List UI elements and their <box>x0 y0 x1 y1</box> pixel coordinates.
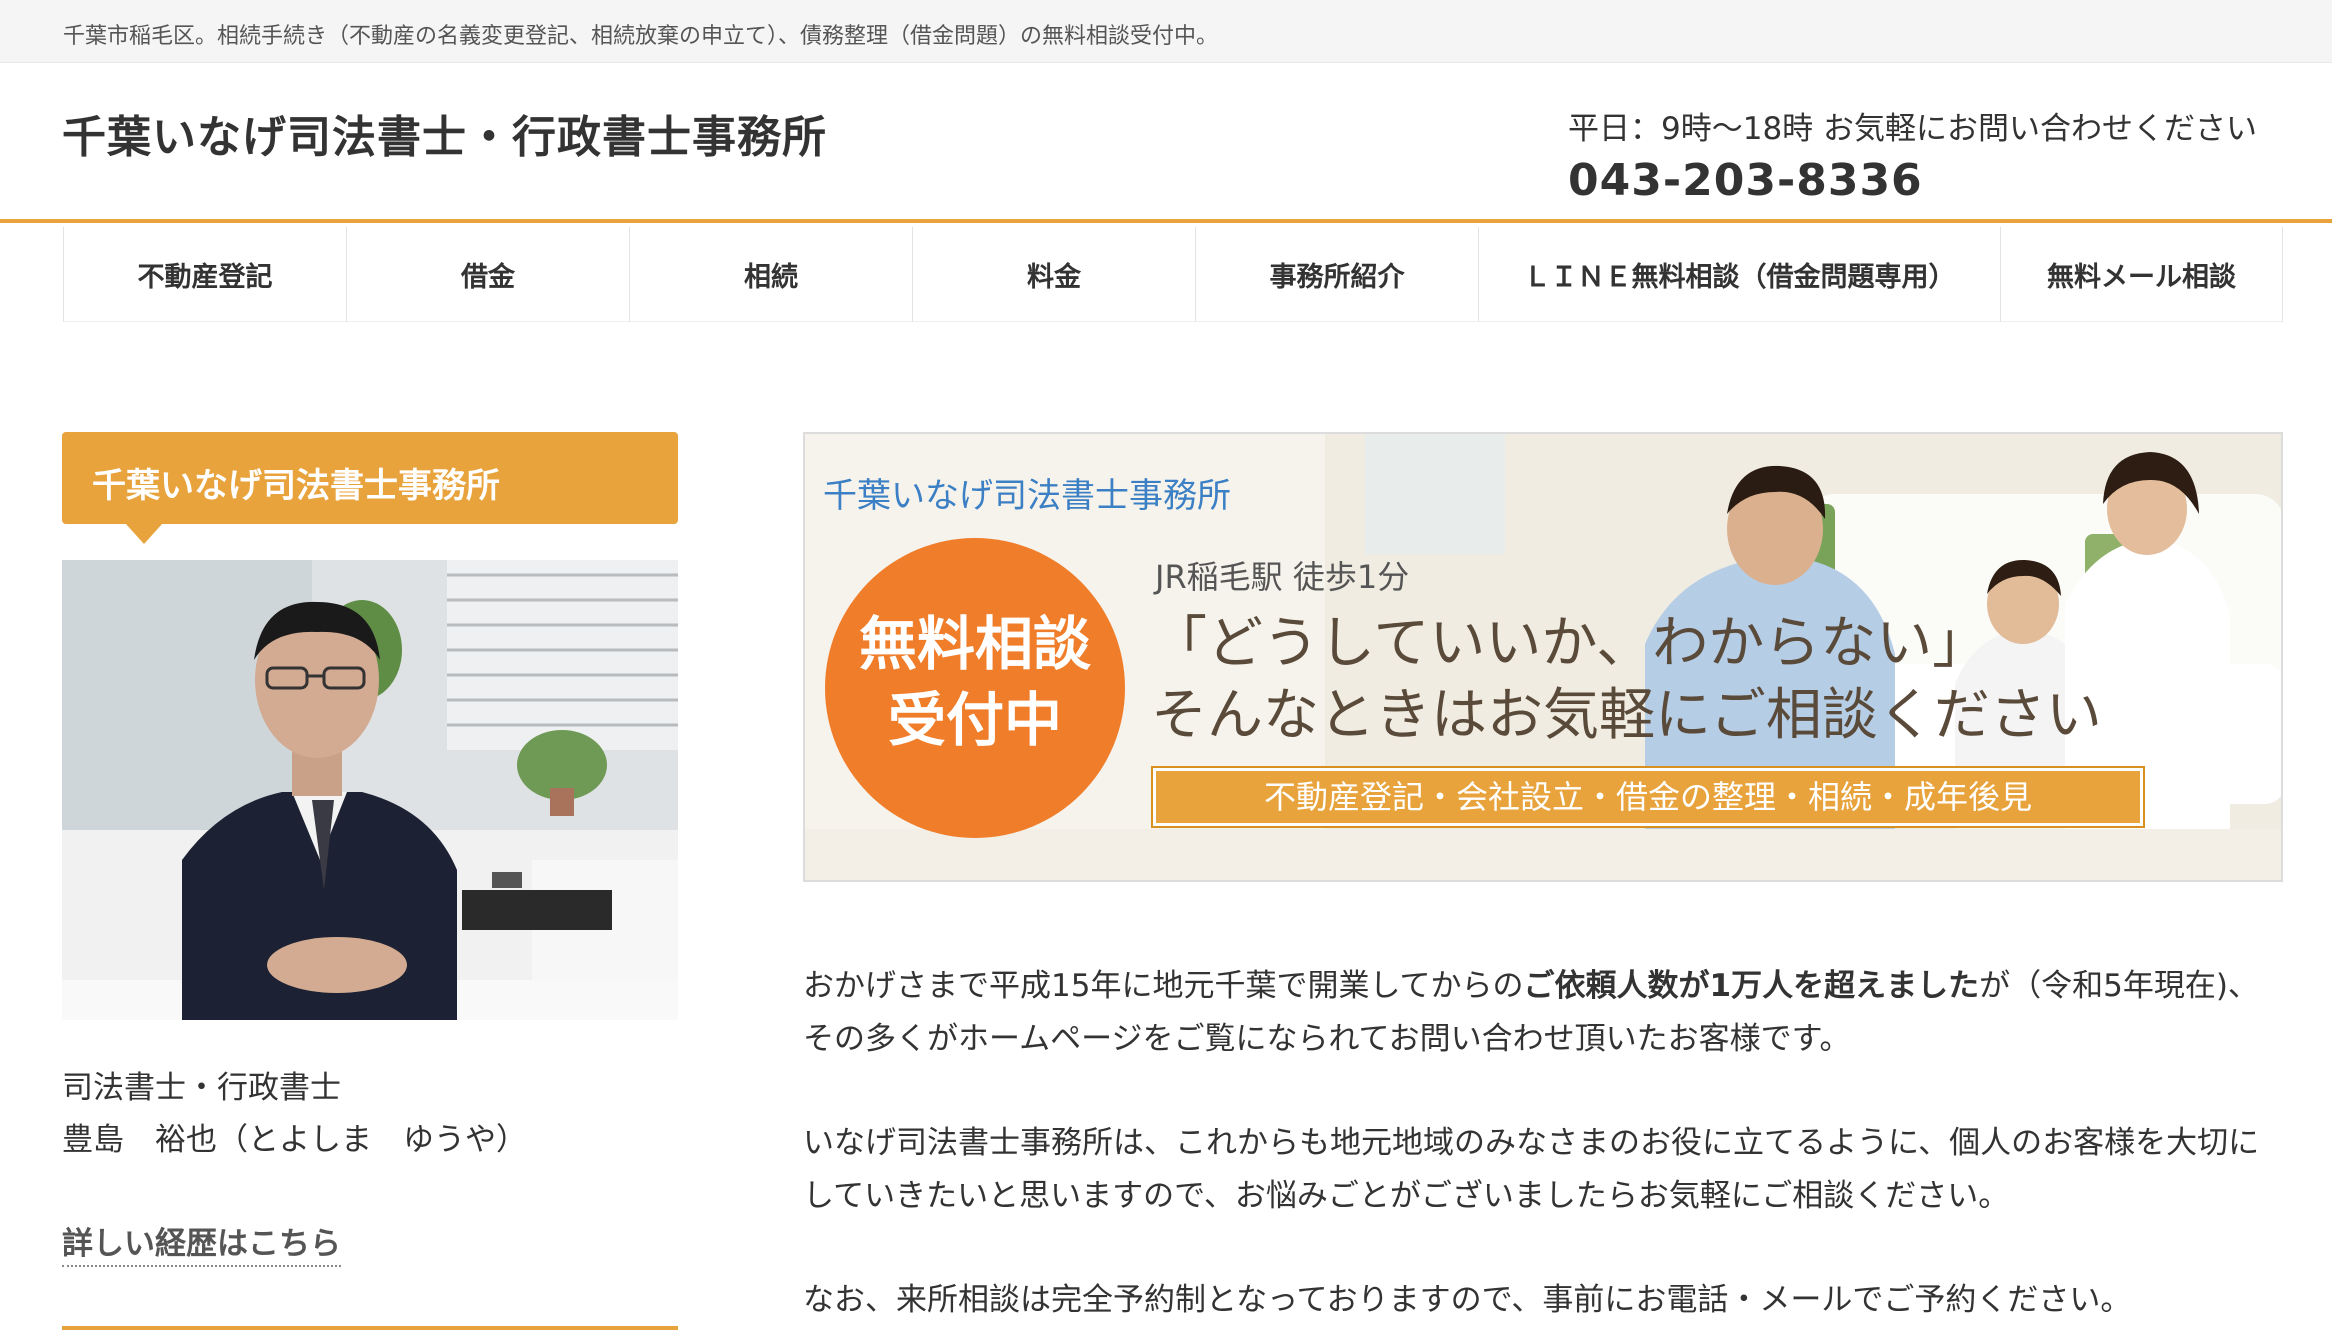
top-info-bar: 千葉市稲毛区。相続手続き（不動産の名義変更登記、相続放棄の申立て）、債務整理（借… <box>0 0 2332 63</box>
intro-paragraph-2: いなげ司法書士事務所は、これからも地元地域のみなさまのお役に立てるように、個人の… <box>803 1125 2260 1214</box>
nav-item-real-estate[interactable]: 不動産登記 <box>63 227 346 322</box>
sidebar-title: 千葉いなげ司法書士事務所 <box>62 432 678 524</box>
nav-item-line-consult[interactable]: ＬＩＮＥ無料相談（借金問題専用） <box>1478 227 2000 322</box>
main-nav: 不動産登記 借金 相続 料金 事務所紹介 ＬＩＮＥ無料相談（借金問題専用） 無料… <box>63 227 2283 322</box>
profile-role: 司法書士・行政書士 <box>62 1070 341 1106</box>
intro-emphasis: ご依頼人数が1万人を超えました <box>1523 968 1980 1004</box>
phone-number[interactable]: 043-203-8336 <box>1568 155 1923 206</box>
business-hours: 平日：9時〜18時 お気軽にお問い合わせください <box>1568 111 2258 147</box>
badge-line-1: 無料相談 <box>858 610 1091 678</box>
profile-name: 豊島 裕也（とよしま ゆうや） <box>62 1122 527 1158</box>
banner-services-strip: 不動産登記・会社設立・借金の整理・相続・成年後見 <box>1151 766 2145 828</box>
intro-paragraph-1: おかげさまで平成15年に地元千葉で開業してからのご依頼人数が1万人を超えましたが… <box>803 960 2283 1066</box>
nav-item-mail-consult[interactable]: 無料メール相談 <box>2000 227 2283 322</box>
banner-station-info: JR稲毛駅 徒歩1分 <box>1155 558 1410 596</box>
nav-item-office[interactable]: 事務所紹介 <box>1195 227 1478 322</box>
site-title[interactable]: 千葉いなげ司法書士・行政書士事務所 <box>62 101 827 165</box>
nav-item-inheritance[interactable]: 相続 <box>629 227 912 322</box>
sidebar-title-pointer <box>126 524 162 544</box>
sidebar-divider <box>62 1326 678 1330</box>
banner-headline-1: 「どうしていいか、わからない」 <box>1151 611 1989 676</box>
hero-banner[interactable]: 千葉いなげ司法書士事務所 無料相談 受付中 JR稲毛駅 徒歩1分 「どうしていい… <box>803 432 2283 882</box>
nav-item-fees[interactable]: 料金 <box>912 227 1195 322</box>
nav-item-debt[interactable]: 借金 <box>346 227 629 322</box>
banner-headline-2: そんなときはお気軽にご相談ください <box>1151 683 2102 748</box>
intro-text-a: おかげさまで平成15年に地元千葉で開業してからの <box>803 968 1524 1004</box>
banner-office-name: 千葉いなげ司法書士事務所 <box>823 476 1231 516</box>
free-consult-badge: 無料相談 受付中 <box>825 538 1125 838</box>
top-info-text: 千葉市稲毛区。相続手続き（不動産の名義変更登記、相続放棄の申立て）、債務整理（借… <box>63 24 1219 49</box>
site-header: 千葉いなげ司法書士・行政書士事務所 平日：9時〜18時 お気軽にお問い合わせくだ… <box>0 63 2332 223</box>
representative-photo <box>62 560 678 1020</box>
portrait-illustration <box>62 560 678 1020</box>
badge-line-2: 受付中 <box>887 686 1062 754</box>
intro-paragraph-3: なお、来所相談は完全予約制となっておりますので、事前にお電話・メールでご予約くだ… <box>803 1282 2132 1318</box>
career-details-link[interactable]: 詳しい経歴はこちら <box>62 1218 341 1267</box>
